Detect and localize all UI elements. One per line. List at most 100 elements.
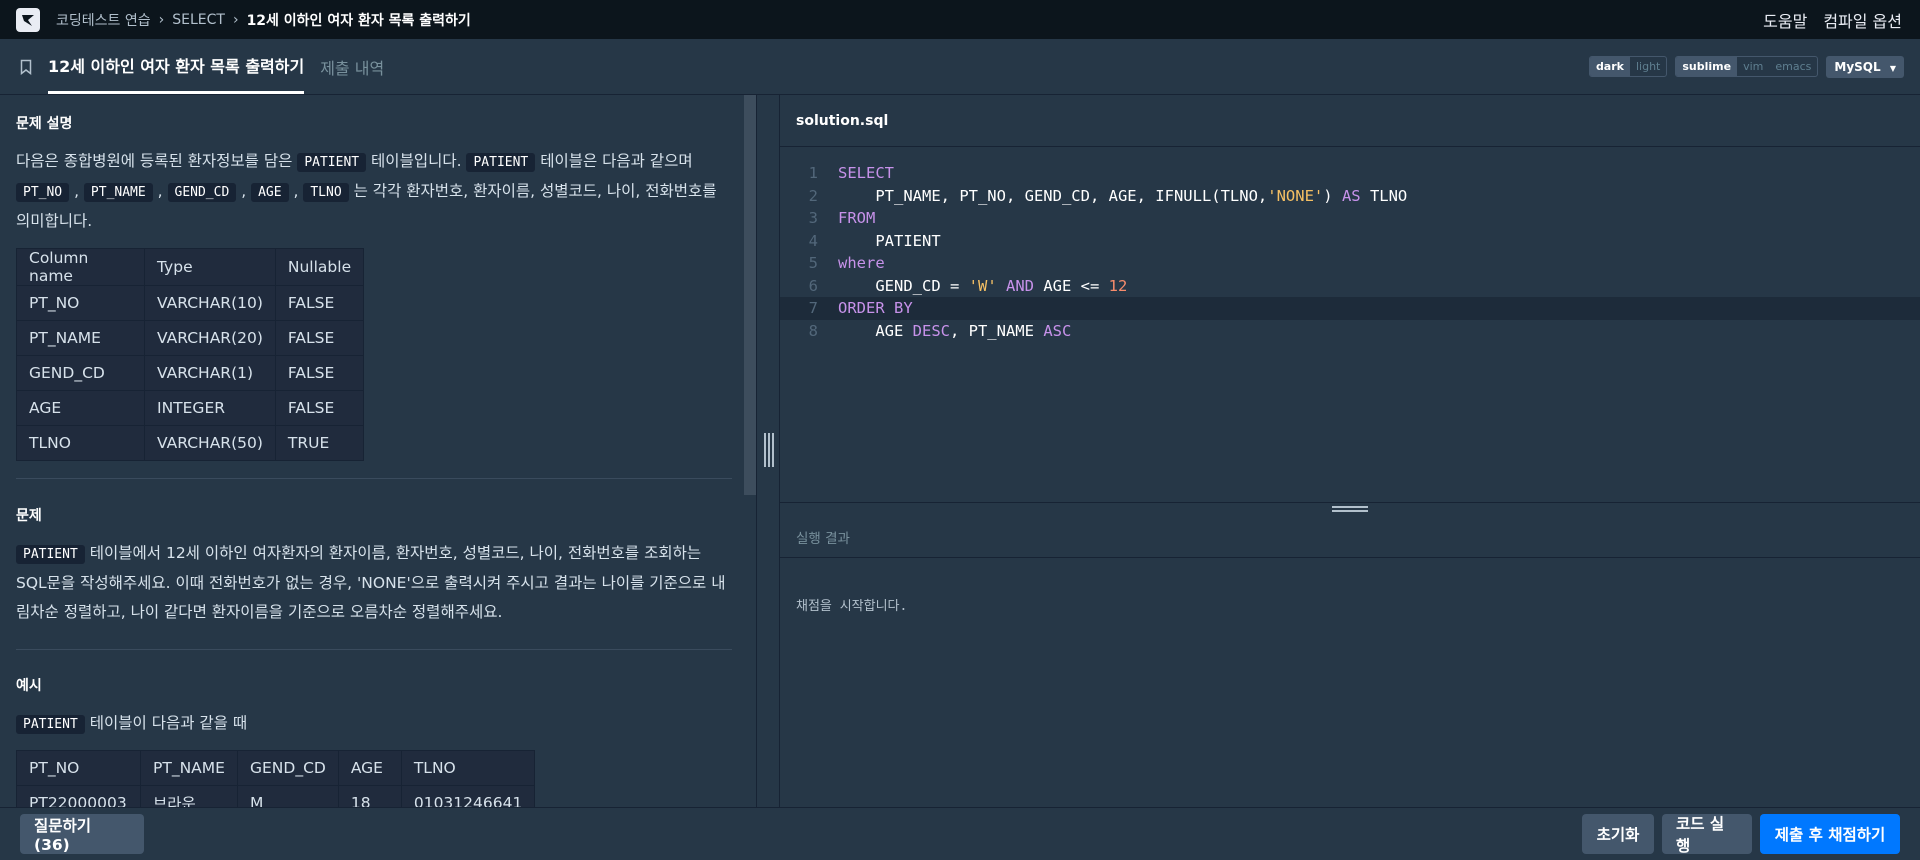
breadcrumb-item-select[interactable]: SELECT (172, 12, 225, 28)
code-token: TLNO (1360, 186, 1408, 205)
table-cell: PT22000003 (16, 785, 141, 807)
code-line-active: 7 ORDER BY (780, 297, 1920, 320)
table-cell: 브라운 (140, 785, 238, 807)
inline-code: PATIENT (16, 715, 85, 734)
keymap-emacs-option[interactable]: emacs (1769, 57, 1817, 76)
table-cell: FALSE (274, 285, 365, 321)
table-cell: M (237, 785, 339, 807)
caret-down-icon: ▼ (1889, 63, 1896, 73)
scrollbar[interactable] (744, 95, 756, 495)
bookmark-icon[interactable] (20, 39, 36, 94)
text-span: 는 각각 환자번호, 환자이름, 성별코드, 나이, 전화번호를 (348, 182, 717, 200)
line-number: 4 (808, 231, 818, 250)
keyword-token: ORDER BY (838, 299, 913, 317)
table-cell: AGE (16, 390, 145, 426)
inline-code: PATIENT (297, 153, 367, 172)
result-heading: 실행 결과 (780, 516, 1920, 558)
tab-problem[interactable]: 12세 이하인 여자 환자 목록 출력하기 (48, 39, 305, 94)
example-heading: 예시 (16, 678, 42, 694)
inline-code: AGE (251, 183, 289, 202)
table-cell: VARCHAR(1) (144, 355, 276, 391)
editor-panel: solution.sql 1 SELECT 2 PT_NAME, PT_NO, … (780, 95, 1920, 807)
table-cell: GEND_CD (16, 355, 145, 391)
code-line: 5 where (780, 252, 1920, 275)
inline-code: GEND_CD (167, 183, 237, 202)
table-row: PT22000003 브라운 M 18 01031246641 (16, 785, 536, 807)
table-cell: VARCHAR(50) (144, 425, 276, 461)
ask-question-button[interactable]: 질문하기 (36) (20, 814, 144, 854)
table-cell: INTEGER (144, 390, 276, 426)
table-cell: PT_NO (16, 285, 145, 321)
table-header-cell: PT_NO (16, 750, 141, 786)
theme-dark-option[interactable]: dark (1589, 57, 1630, 76)
table-header-cell: Type (144, 248, 276, 286)
table-header-cell: GEND_CD (237, 750, 339, 786)
text-span: 테이블이 다음과 같을 때 (84, 714, 248, 732)
editor-filename: solution.sql (780, 95, 1920, 147)
code-text: AGE DESC, PT_NAME ASC (838, 320, 1071, 343)
keyword-token: where (838, 254, 885, 272)
breadcrumb-item-practice[interactable]: 코딩테스트 연습 (56, 10, 151, 30)
panel-resize-handle[interactable] (756, 95, 780, 807)
code-editor[interactable]: 1 SELECT 2 PT_NAME, PT_NO, GEND_CD, AGE,… (780, 148, 1920, 502)
breadcrumb: 코딩테스트 연습 › SELECT › 12세 이하인 여자 환자 목록 출력하… (56, 10, 471, 30)
tab-bar: 12세 이하인 여자 환자 목록 출력하기 제출 내역 dark light s… (0, 39, 1920, 95)
code-token: AGE (838, 321, 913, 340)
text-span: 테이블에서 12세 이하인 여자환자의 환자이름, 환자번호, 성별코드, 나이… (84, 544, 702, 562)
text-span: 테이블은 다음과 같으며 (535, 152, 693, 170)
programmers-logo-icon[interactable] (16, 7, 40, 32)
code-token: ) (1323, 186, 1342, 205)
table-cell: 01031246641 (400, 785, 536, 807)
table-row: TLNO VARCHAR(50) TRUE (16, 425, 365, 461)
problem-heading: 문제 (16, 508, 42, 524)
description-text: 다음은 종합병원에 등록된 환자정보를 담은 PATIENT 테이블입니다. P… (16, 152, 717, 230)
top-navbar: 코딩테스트 연습 › SELECT › 12세 이하인 여자 환자 목록 출력하… (0, 0, 1920, 39)
theme-light-option[interactable]: light (1630, 57, 1666, 76)
code-text: PATIENT (838, 231, 941, 250)
run-code-button[interactable]: 코드 실행 (1662, 814, 1752, 855)
help-link[interactable]: 도움말 (1763, 8, 1807, 32)
section-divider (16, 478, 732, 479)
keyword-token: DESC (912, 321, 950, 340)
keyword-token: AND (1006, 276, 1034, 295)
table-header-cell: PT_NAME (140, 750, 238, 786)
compile-options-link[interactable]: 컴파일 옵션 (1823, 8, 1902, 32)
table-header-cell: AGE (337, 750, 402, 786)
table-cell: TLNO (16, 425, 145, 461)
keymap-vim-option[interactable]: vim (1737, 57, 1769, 76)
code-line: 6 GEND_CD = 'W' AND AGE <= 12 (780, 275, 1920, 298)
inline-code: PATIENT (16, 545, 85, 564)
table-header-row: Column name Type Nullable (16, 248, 365, 286)
reset-button[interactable]: 초기화 (1582, 814, 1654, 854)
chevron-right-icon: › (232, 11, 239, 28)
theme-toggle: dark light (1588, 56, 1668, 77)
table-row: AGE INTEGER FALSE (16, 390, 365, 426)
line-number: 8 (808, 321, 818, 340)
tab-submissions[interactable]: 제출 내역 (320, 39, 384, 94)
code-text: FROM (838, 207, 875, 230)
grip-icon (1332, 506, 1368, 516)
breadcrumb-item-current: 12세 이하인 여자 환자 목록 출력하기 (246, 12, 471, 29)
result-resize-handle[interactable] (780, 502, 1920, 516)
inline-code: PT_NAME (83, 183, 153, 202)
language-select[interactable]: MySQL ▼ (1826, 55, 1904, 78)
table-header-cell: TLNO (400, 750, 536, 786)
table-row: GEND_CD VARCHAR(1) FALSE (16, 355, 365, 391)
text-span: 의미합니다. (16, 212, 93, 230)
example-text: PATIENT 테이블이 다음과 같을 때 (16, 709, 732, 739)
code-text: GEND_CD = 'W' AND AGE <= 12 (838, 275, 1127, 298)
submit-button[interactable]: 제출 후 채점하기 (1760, 814, 1900, 854)
keyword-token: SELECT (838, 164, 894, 182)
table-cell: VARCHAR(10) (144, 285, 276, 321)
schema-table: Column name Type Nullable PT_NO VARCHAR(1… (16, 248, 365, 461)
code-token: AGE <= (1034, 276, 1109, 295)
table-header-cell: Nullable (274, 248, 365, 286)
description-heading: 문제 설명 (16, 116, 73, 132)
keymap-sublime-option[interactable]: sublime (1676, 57, 1738, 76)
code-text: PT_NAME, PT_NO, GEND_CD, AGE, IFNULL(TLN… (838, 185, 1407, 208)
problem-panel: 문제 설명 다음은 종합병원에 등록된 환자정보를 담은 PATIENT 테이블… (0, 95, 756, 807)
table-header-row: PT_NO PT_NAME GEND_CD AGE TLNO (16, 750, 536, 786)
code-text: SELECT (838, 162, 894, 185)
table-cell: FALSE (274, 320, 365, 356)
